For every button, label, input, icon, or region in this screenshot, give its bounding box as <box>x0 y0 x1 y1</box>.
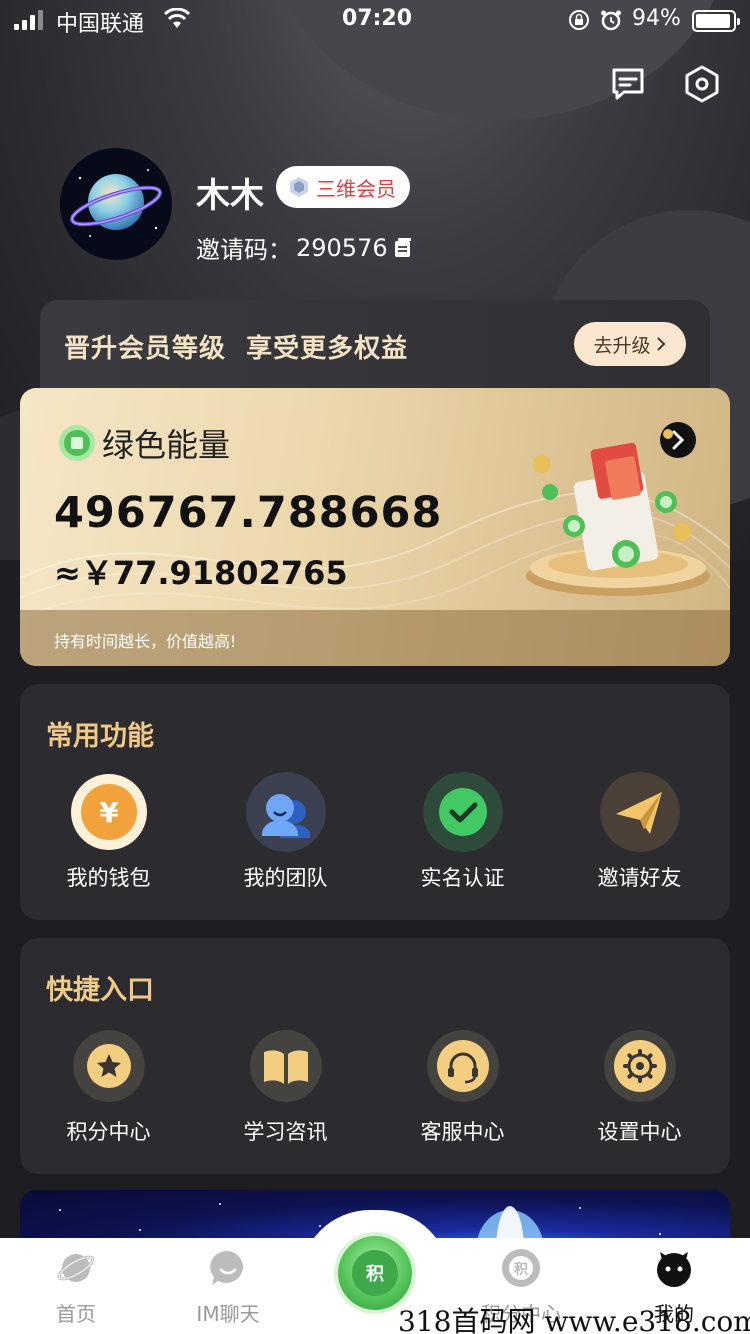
battery-percent: 94% <box>632 6 681 31</box>
my-team-button[interactable]: 我的团队 <box>197 772 374 892</box>
rotation-lock-icon <box>569 10 589 30</box>
invite-code-label: 邀请码： <box>196 236 292 264</box>
grid-label: 学习咨讯 <box>243 1120 328 1144</box>
panel-title: 常用功能 <box>46 721 154 752</box>
upgrade-button[interactable]: 去升级 <box>574 322 686 366</box>
headset-icon <box>426 1030 499 1102</box>
common-functions-grid: ¥ 我的钱包 我的团队 实名认证 邀请好友 <box>20 772 730 892</box>
star-icon <box>72 1030 145 1102</box>
username: 木木 <box>196 176 264 216</box>
member-level-badge[interactable]: 三维会员 <box>276 166 410 208</box>
points-icon: 积 <box>502 1249 540 1287</box>
planet-icon <box>57 1254 95 1282</box>
planet-avatar-icon <box>60 148 172 260</box>
quick-entry-grid: 积分中心 学习咨讯 客服中心 设置中心 <box>20 1030 730 1146</box>
gear-icon <box>603 1030 676 1102</box>
chevron-right-icon <box>656 337 665 351</box>
upgrade-banner: 晋升会员等级 享受更多权益 去升级 <box>40 300 710 400</box>
status-bar: 中国联通 07:20 94% <box>0 0 750 40</box>
grid-label: 我的团队 <box>243 866 328 890</box>
quick-entry-panel: 快捷入口 积分中心 学习咨讯 客服中心 设置中心 <box>20 938 730 1174</box>
verified-check-icon <box>422 772 503 852</box>
copy-icon[interactable] <box>392 237 414 259</box>
site-watermark: 318首码网 www.e318.com <box>398 1305 750 1334</box>
panel-title: 快捷入口 <box>46 975 154 1006</box>
signal-icon <box>14 10 43 30</box>
my-wallet-button[interactable]: ¥ 我的钱包 <box>20 772 197 892</box>
grid-label: 积分中心 <box>66 1120 151 1144</box>
tab-label: IM聊天 <box>196 1302 260 1326</box>
energy-footer-text: 持有时间越长，价值越高! <box>54 632 237 651</box>
book-icon <box>249 1030 322 1102</box>
paper-plane-icon <box>599 772 680 852</box>
energy-cny-value: ≈￥77.91802765 <box>54 554 348 592</box>
wifi-icon <box>164 8 190 28</box>
tab-im-chat[interactable]: IM聊天 <box>153 1248 303 1327</box>
real-name-verify-button[interactable]: 实名认证 <box>374 772 551 892</box>
svg-text:积: 积 <box>514 1261 528 1278</box>
upgrade-text: 晋升会员等级 享受更多权益 <box>64 334 409 364</box>
wallet-illustration-icon <box>526 429 710 596</box>
energy-footer: 持有时间越长，价值越高! <box>20 610 730 666</box>
settings-center-button[interactable]: 设置中心 <box>551 1030 728 1146</box>
member-level-label: 三维会员 <box>316 176 396 201</box>
grid-label: 邀请好友 <box>597 866 682 890</box>
carrier-name: 中国联通 <box>56 12 145 37</box>
invite-code-value: 290576 <box>296 233 388 262</box>
grid-label: 我的钱包 <box>66 866 151 890</box>
chat-bubble-icon <box>210 1250 244 1285</box>
tab-home[interactable]: 首页 <box>1 1248 151 1327</box>
energy-title: 绿色能量 <box>58 420 230 466</box>
battery-icon <box>692 10 740 32</box>
customer-service-button[interactable]: 客服中心 <box>374 1030 551 1146</box>
points-center-button[interactable]: 积分中心 <box>20 1030 197 1146</box>
avatar[interactable] <box>60 148 172 260</box>
alarm-icon <box>601 10 621 31</box>
member-gem-icon <box>290 177 308 197</box>
green-energy-card[interactable]: 绿色能量 496767.788668 ≈￥77.91802765 持有时间越长，… <box>20 388 730 666</box>
learning-news-button[interactable]: 学习咨讯 <box>197 1030 374 1146</box>
common-functions-panel: 常用功能 ¥ 我的钱包 我的团队 实名认证 邀请好友 <box>20 684 730 920</box>
invite-code-row: 邀请码： 290576 <box>196 230 414 265</box>
upgrade-button-label: 去升级 <box>593 334 651 357</box>
settings-hex-icon[interactable] <box>682 64 722 104</box>
energy-amount: 496767.788668 <box>54 488 443 538</box>
grid-label: 设置中心 <box>597 1120 682 1144</box>
profile-face-icon <box>657 1252 691 1287</box>
clock: 07:20 <box>342 6 413 31</box>
tab-green-energy[interactable]: 积 <box>338 1236 412 1310</box>
message-icon[interactable] <box>608 64 648 104</box>
green-energy-coin-icon <box>59 425 95 461</box>
invite-friends-button[interactable]: 邀请好友 <box>551 772 728 892</box>
wallet-yen-icon: ¥ <box>70 774 147 850</box>
grid-label: 实名认证 <box>420 866 505 890</box>
team-icon <box>245 772 326 852</box>
energy-title-label: 绿色能量 <box>102 426 231 464</box>
tab-label: 首页 <box>56 1302 96 1326</box>
grid-label: 客服中心 <box>420 1120 505 1144</box>
svg-text:¥: ¥ <box>99 796 119 829</box>
green-energy-icon: 积 <box>352 1250 398 1296</box>
